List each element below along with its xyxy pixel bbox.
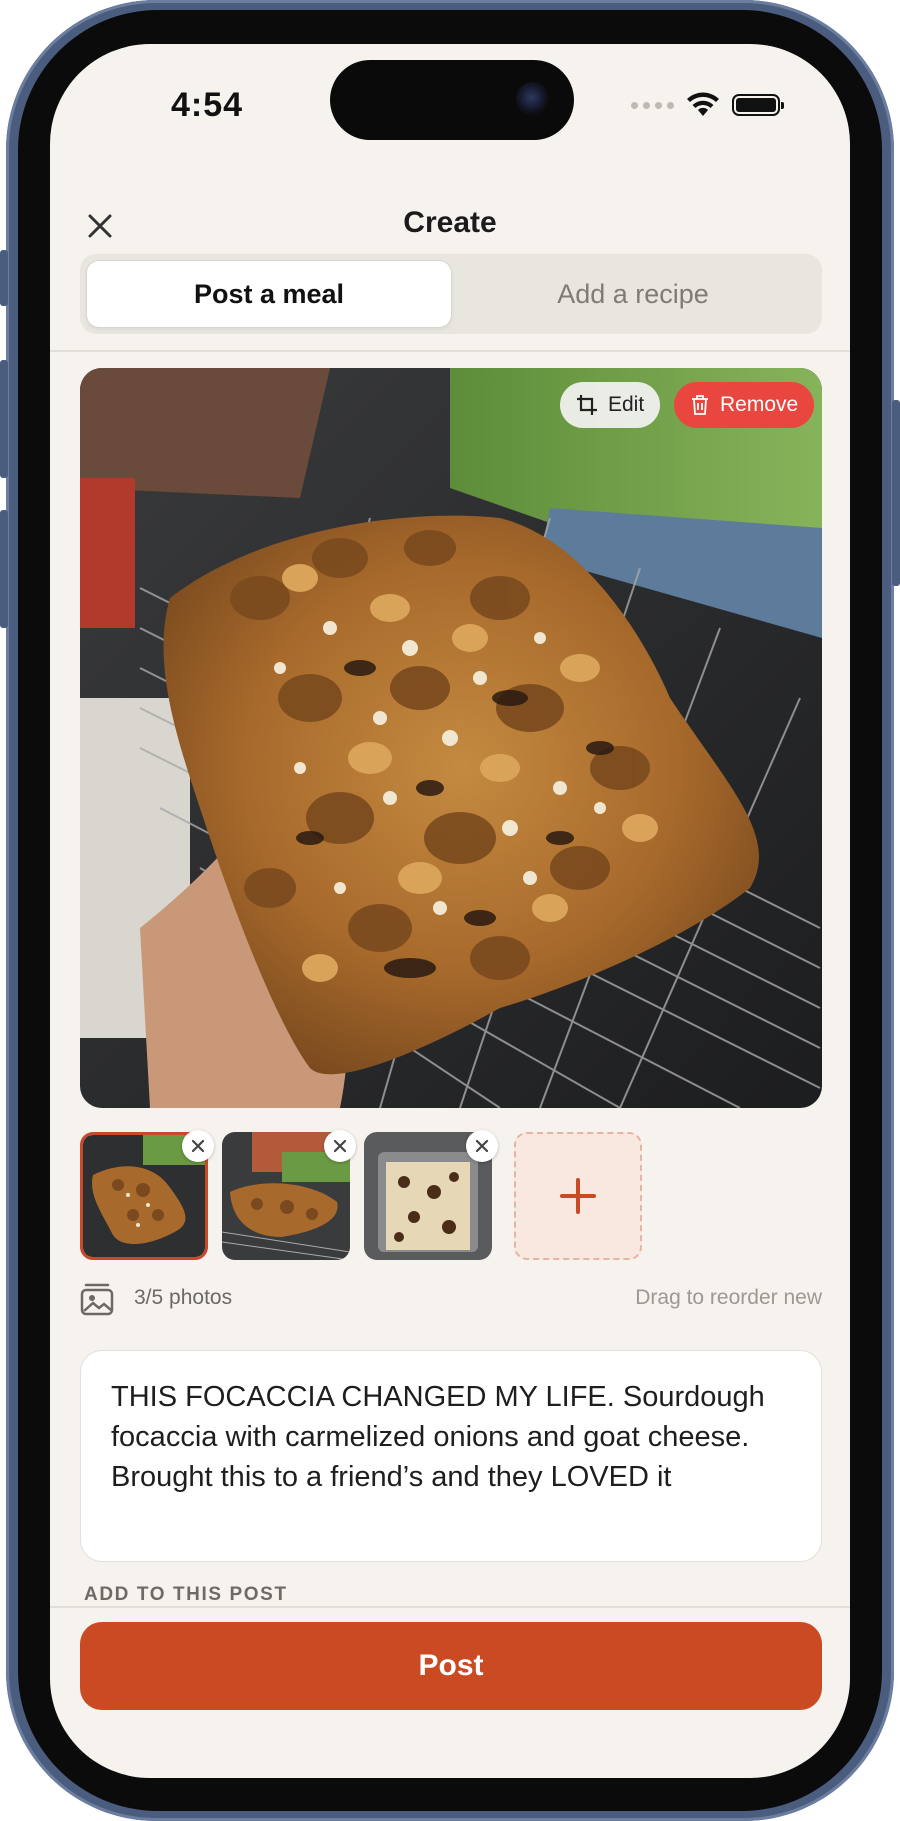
status-time: 4:54 [170,86,244,124]
tab-add-a-recipe[interactable]: Add a recipe [450,260,816,328]
reorder-hint: Drag to reorder new [635,1286,822,1309]
trash-icon [692,395,708,415]
signal-dots-icon [631,101,674,109]
device-volume-down [0,510,8,628]
status-icons [631,90,784,120]
close-icon [191,1139,205,1153]
crop-icon [577,395,597,415]
close-icon [475,1139,489,1153]
caption-field[interactable]: THIS FOCACCIA CHANGED MY LIFE. Sourdough… [80,1350,822,1562]
remove-thumbnail-2-button[interactable] [324,1130,356,1162]
remove-label: Remove [720,393,799,416]
dynamic-island [330,60,574,140]
device-volume-up [0,360,8,478]
edit-label: Edit [608,393,645,416]
nav-bar: Create [50,194,850,254]
post-button[interactable]: Post [80,1622,822,1710]
app-screen: 4:54 Create Post a meal Add a recipe Edi… [50,44,850,1778]
remove-photo-button[interactable]: Remove [674,382,815,428]
photo-info-row: 3/5 photos Drag to reorder new [80,1280,822,1320]
tab-post-a-meal[interactable]: Post a meal [86,260,452,328]
plus-icon [560,1178,596,1214]
camera-icon [516,82,550,116]
remove-thumbnail-3-button[interactable] [466,1130,498,1162]
add-to-post-label: ADD TO THIS POST [84,1584,288,1605]
remove-thumbnail-1-button[interactable] [182,1130,214,1162]
edit-photo-button[interactable]: Edit [560,382,661,428]
page-title: Create [403,206,497,239]
battery-icon [732,94,784,116]
photo-gallery-icon [80,1283,114,1316]
close-icon [333,1139,347,1153]
footer-divider [50,1606,850,1608]
focaccia-photo [80,368,822,1108]
header-divider [50,350,850,352]
photo-count: 3/5 photos [134,1286,233,1309]
main-photo[interactable]: Edit Remove [80,368,822,1108]
device-side-button [0,250,8,306]
post-type-tabs: Post a meal Add a recipe [80,254,822,334]
wifi-icon [687,92,719,116]
device-power-button [892,400,900,586]
add-photo-button[interactable] [514,1132,642,1260]
